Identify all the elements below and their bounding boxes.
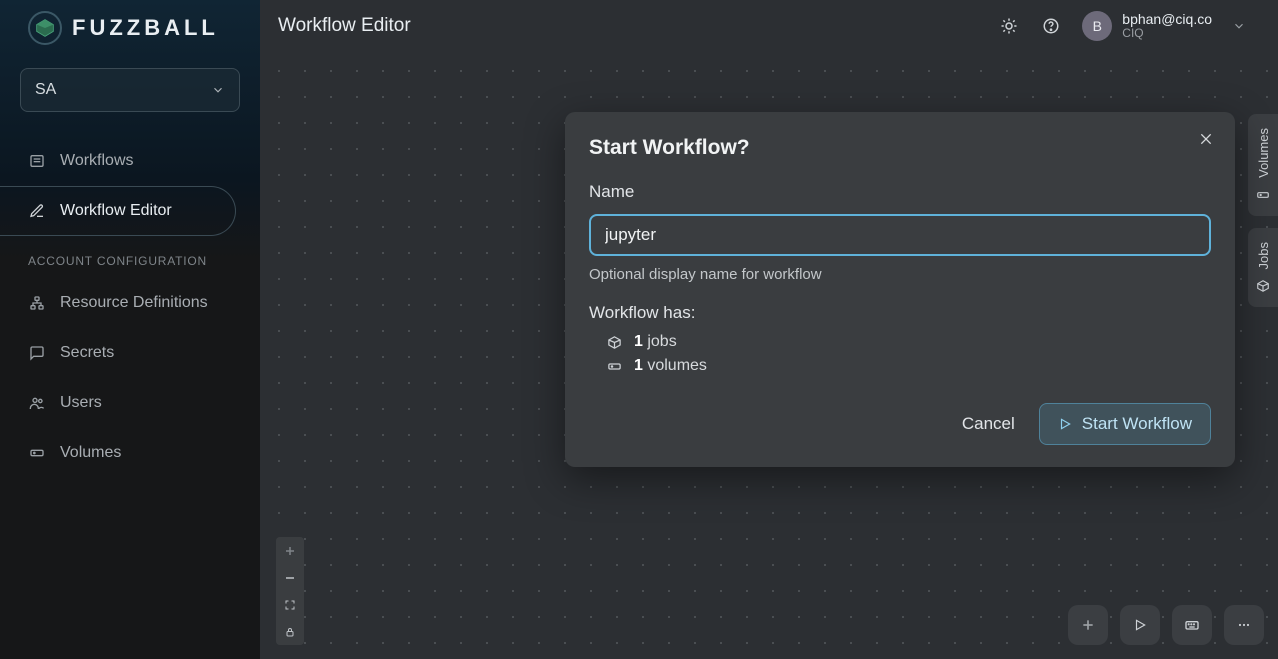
dialog-title: Start Workflow? [589,136,1211,160]
editor-canvas[interactable]: Volumes Jobs [260,52,1278,659]
page-title: Workflow Editor [278,15,411,37]
chevron-down-icon [211,83,225,97]
sidebar-item-label: Resource Definitions [60,294,208,312]
jobs-count: 1 [634,333,643,350]
volumes-label: volumes [643,357,707,374]
jobs-label: jobs [643,333,677,350]
play-icon [1133,618,1147,632]
summary-title: Workflow has: [589,303,1211,323]
user-email: bphan@ciq.co [1122,11,1212,27]
drive-icon [28,445,46,461]
start-workflow-dialog: Start Workflow? Name Optional display na… [565,112,1235,467]
users-icon [28,395,46,411]
project-selector[interactable]: SA [20,68,240,112]
sidebar-section-label: ACCOUNT CONFIGURATION [0,236,260,278]
brand-name: FUZZBALL [72,15,219,41]
cube-icon [1256,279,1270,293]
zoom-controls [276,537,304,645]
keyboard-icon [1184,617,1200,633]
panel-tab-volumes[interactable]: Volumes [1248,114,1278,216]
sidebar-item-label: Volumes [60,444,121,462]
summary-volumes: 1 volumes [607,357,1211,375]
dots-icon [1236,617,1252,633]
brand: FUZZBALL [0,0,260,52]
sidebar-item-label: Secrets [60,344,114,362]
maximize-icon [284,599,296,611]
chevron-down-icon [1232,19,1246,33]
drive-icon [1256,188,1270,202]
play-icon [1058,417,1072,431]
edit-icon [28,203,46,219]
nav: Workflows Workflow Editor ACCOUNT CONFIG… [0,136,260,478]
start-workflow-button[interactable]: Start Workflow [1039,403,1211,445]
volumes-count: 1 [634,357,643,374]
zoom-lock-button[interactable] [276,618,304,645]
summary-jobs: 1 jobs [607,333,1211,351]
start-workflow-label: Start Workflow [1082,414,1192,434]
user-org: CIQ [1122,27,1212,41]
zoom-in-button[interactable] [276,537,304,564]
close-icon [1198,131,1214,147]
drive-icon [607,359,622,374]
keyboard-button[interactable] [1172,605,1212,645]
plus-icon [284,545,296,557]
add-button[interactable] [1068,605,1108,645]
workflow-name-input[interactable] [589,214,1211,256]
help-icon [1042,17,1060,35]
project-selector-value: SA [35,81,211,99]
sidebar-item-resource-definitions[interactable]: Resource Definitions [0,278,260,328]
topbar: Workflow Editor B bphan@ciq.co CIQ [260,0,1278,52]
name-field-help: Optional display name for workflow [589,266,1211,283]
sun-icon [1000,17,1018,35]
panel-tab-jobs[interactable]: Jobs [1248,228,1278,307]
user-menu-toggle[interactable] [1222,9,1256,43]
theme-toggle[interactable] [992,9,1026,43]
user-info: bphan@ciq.co CIQ [1122,11,1212,41]
more-button[interactable] [1224,605,1264,645]
zoom-out-button[interactable] [276,564,304,591]
avatar[interactable]: B [1082,11,1112,41]
sidebar-item-secrets[interactable]: Secrets [0,328,260,378]
chat-icon [28,345,46,361]
minus-icon [284,572,296,584]
zoom-fit-button[interactable] [276,591,304,618]
plus-icon [1080,617,1096,633]
sidebar-item-label: Workflows [60,152,134,170]
help-button[interactable] [1034,9,1068,43]
run-button[interactable] [1120,605,1160,645]
sidebar-item-users[interactable]: Users [0,378,260,428]
sidebar-item-volumes[interactable]: Volumes [0,428,260,478]
logo-icon [28,11,62,45]
cube-icon [607,335,622,350]
sitemap-icon [28,295,46,311]
sidebar-item-workflow-editor[interactable]: Workflow Editor [0,186,236,236]
list-icon [28,153,46,169]
name-field-label: Name [589,182,1211,202]
cancel-button[interactable]: Cancel [962,414,1015,434]
sidebar-item-workflows[interactable]: Workflows [0,136,260,186]
dialog-close-button[interactable] [1195,128,1217,150]
main: Workflow Editor B bphan@ciq.co CIQ Volum… [260,0,1278,659]
panel-tab-label: Volumes [1256,128,1271,178]
sidebar: FUZZBALL SA Workflows Workflow Editor AC… [0,0,260,659]
sidebar-item-label: Users [60,394,102,412]
sidebar-item-label: Workflow Editor [60,202,172,220]
lock-icon [284,626,296,638]
panel-tab-label: Jobs [1256,242,1271,269]
